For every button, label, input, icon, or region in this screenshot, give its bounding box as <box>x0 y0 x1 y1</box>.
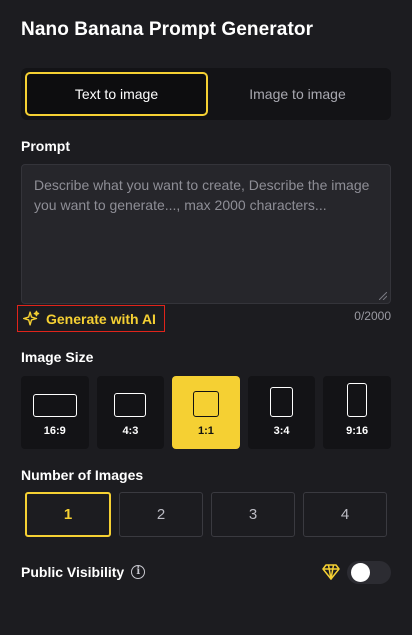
size-option-label: 9:16 <box>346 425 369 437</box>
generate-with-ai-button[interactable]: Generate with AI <box>17 305 165 332</box>
size-option-9-16[interactable]: 9:16 <box>323 376 391 449</box>
prompt-label: Prompt <box>21 138 70 154</box>
diamond-icon <box>322 564 340 580</box>
number-of-images-label: Number of Images <box>21 467 144 483</box>
character-counter: 0/2000 <box>354 309 391 323</box>
tab-text-to-image[interactable]: Text to image <box>25 72 208 116</box>
size-option-16-9[interactable]: 16:9 <box>21 376 89 449</box>
mode-tabs: Text to image Image to image <box>21 68 391 120</box>
count-option-4[interactable]: 4 <box>303 492 387 537</box>
prompt-container <box>21 164 391 304</box>
size-option-4-3[interactable]: 4:3 <box>96 376 165 449</box>
public-visibility-label: Public Visibility <box>21 564 125 580</box>
image-size-label: Image Size <box>21 349 94 365</box>
resize-grip-icon[interactable] <box>379 292 387 300</box>
info-icon[interactable]: i <box>131 565 146 579</box>
generate-with-ai-label: Generate with AI <box>46 310 156 327</box>
ratio-16-9-icon <box>32 394 77 417</box>
size-option-1-1[interactable]: 1:1 <box>172 376 240 449</box>
size-option-label: 3:4 <box>273 425 290 437</box>
toggle-knob <box>351 563 370 582</box>
image-size-options: 16:9 4:3 1:1 3:4 9:16 <box>21 376 391 449</box>
count-option-3[interactable]: 3 <box>211 492 295 537</box>
page-title: Nano Banana Prompt Generator <box>21 19 314 40</box>
tab-image-to-image[interactable]: Image to image <box>208 72 387 116</box>
public-visibility-row: Public Visibility i <box>21 564 146 580</box>
size-option-label: 4:3 <box>122 425 139 437</box>
ratio-9-16-icon <box>347 383 368 417</box>
size-option-label: 1:1 <box>198 425 214 437</box>
count-option-1[interactable]: 1 <box>25 492 111 537</box>
prompt-input[interactable] <box>34 175 378 293</box>
ratio-3-4-icon <box>270 387 294 417</box>
public-visibility-toggle[interactable] <box>347 561 391 584</box>
size-option-3-4[interactable]: 3:4 <box>247 376 316 449</box>
size-option-label: 16:9 <box>43 425 66 437</box>
number-of-images-options: 1 2 3 4 <box>25 492 387 537</box>
ratio-1-1-icon <box>192 391 219 417</box>
ratio-4-3-icon <box>114 393 147 417</box>
count-option-2[interactable]: 2 <box>119 492 203 537</box>
sparkles-icon <box>23 310 40 326</box>
